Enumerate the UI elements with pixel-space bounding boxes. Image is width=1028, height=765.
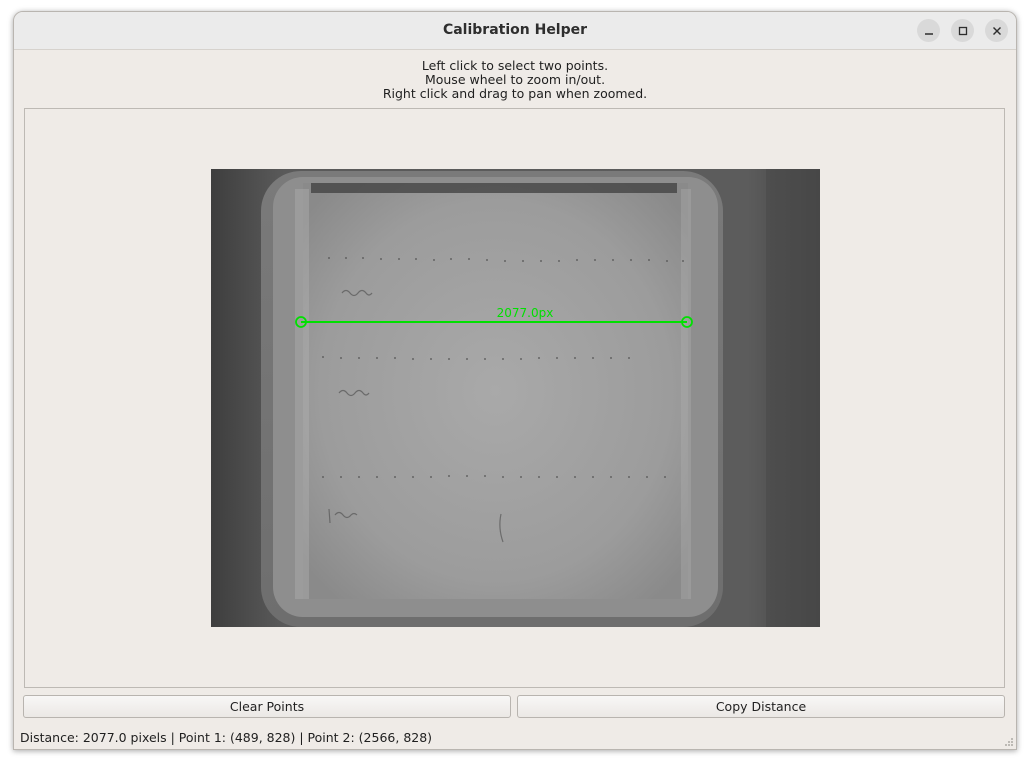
minimize-button[interactable]	[917, 19, 940, 42]
minimize-icon	[924, 32, 933, 35]
window-title: Calibration Helper	[442, 22, 588, 38]
maximize-button[interactable]	[951, 19, 974, 42]
status-bar: Distance: 2077.0 pixels | Point 1: (489,…	[20, 730, 433, 745]
plate-right-glare	[681, 189, 691, 599]
close-button[interactable]	[985, 19, 1008, 42]
measurement-label: 2077.0px	[497, 306, 554, 320]
instruction-line: Mouse wheel to zoom in/out.	[424, 72, 606, 87]
calibration-photo[interactable]: 2077.0px	[211, 169, 820, 627]
photo-edge-shadow	[766, 169, 820, 627]
resize-grip-icon[interactable]	[1004, 737, 1014, 747]
close-icon	[992, 26, 1001, 35]
copy-distance-button[interactable]: Copy Distance	[517, 695, 1005, 718]
instructions-text: Left click to select two points. Mouse w…	[14, 59, 1016, 101]
instruction-line: Left click to select two points.	[421, 58, 609, 73]
plate-top-edge	[311, 183, 677, 193]
app-window: Calibration Helper Left click to select …	[13, 11, 1017, 750]
clear-points-button[interactable]: Clear Points	[23, 695, 511, 718]
image-canvas[interactable]: 2077.0px	[24, 108, 1005, 688]
instruction-line: Right click and drag to pan when zoomed.	[382, 86, 648, 101]
plate-left-glare	[295, 189, 309, 599]
title-bar[interactable]: Calibration Helper	[14, 12, 1016, 50]
maximize-icon	[958, 26, 967, 35]
